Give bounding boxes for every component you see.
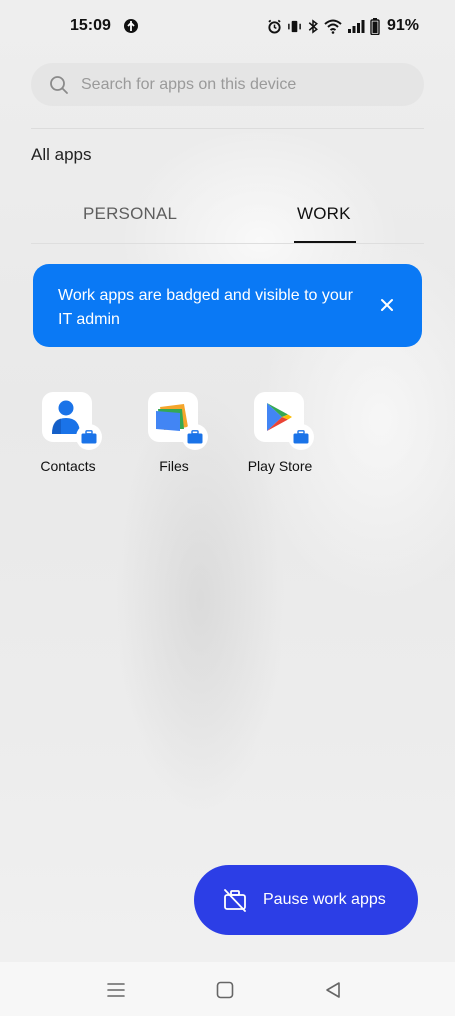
app-label: Contacts [40,458,96,474]
status-icons: 91% [267,17,419,35]
back-icon[interactable] [322,979,344,1001]
navigation-bar [0,962,455,1016]
app-label: Files [159,458,189,474]
close-icon [381,299,393,311]
app-play-store[interactable]: Play Store [235,392,325,474]
battery-percent: 91% [386,17,419,34]
vibrate-icon [288,20,301,32]
work-off-icon [222,887,248,913]
work-badge-icon [288,424,314,450]
menu-icon[interactable] [105,979,127,1001]
alarm-icon [268,19,281,34]
status-bar: 15:09 91% [0,0,455,52]
home-icon[interactable] [214,979,236,1001]
work-badge-icon [182,424,208,450]
banner-message: Work apps are badged and visible to your… [58,287,353,328]
search-bar[interactable] [31,63,424,106]
tab-personal[interactable]: PERSONAL [83,204,177,224]
work-apps-banner: Work apps are badged and visible to your… [33,264,422,347]
tabs-divider [31,243,424,244]
status-time: 15:09 [70,17,111,34]
banner-close-button[interactable] [377,295,397,315]
app-contacts[interactable]: Contacts [23,392,113,474]
work-badge-icon [76,424,102,450]
battery-icon [370,17,380,35]
tab-work[interactable]: WORK [297,204,351,224]
all-apps-heading: All apps [31,145,92,164]
signal-icon [347,20,365,33]
search-icon [49,75,69,95]
data-saver-icon [123,18,139,34]
app-files[interactable]: Files [129,392,219,474]
search-input[interactable] [81,75,381,94]
pause-work-apps-button[interactable]: Pause work apps [194,865,418,935]
bluetooth-icon [308,18,318,34]
divider [31,128,424,129]
app-label: Play Store [247,458,313,474]
wifi-icon [324,19,342,34]
pause-work-apps-label: Pause work apps [263,891,386,908]
